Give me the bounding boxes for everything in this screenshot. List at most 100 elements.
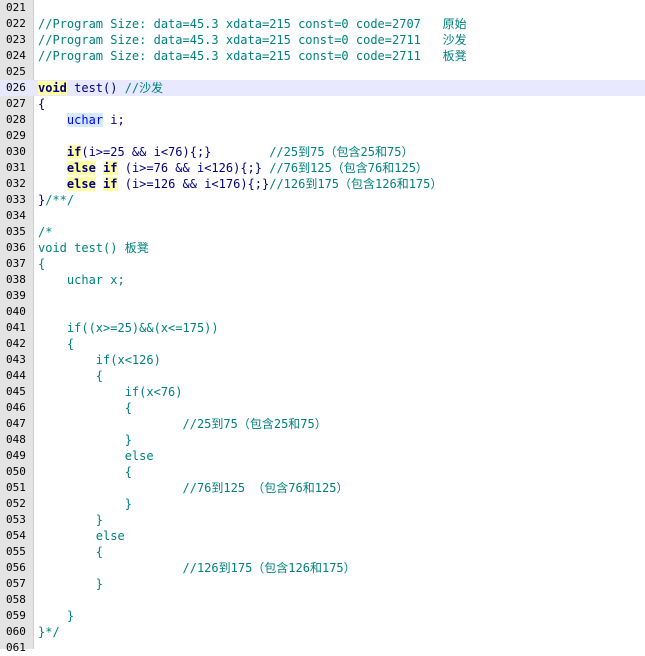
code-line[interactable]: 022 //Program Size: data=45.3 xdata=215 c… [0, 16, 645, 32]
line-number: 035 [6, 225, 26, 238]
code-text: } [38, 496, 645, 512]
code-line[interactable]: 054 else [0, 528, 645, 544]
code-line[interactable]: 023 //Program Size: data=45.3 xdata=215 c… [0, 32, 645, 48]
code-line[interactable]: 058 [0, 592, 645, 608]
comment-token: //126到175（包含126和175） [269, 177, 443, 191]
code-line[interactable]: 041 if((x>=25)&&(x<=175)) [0, 320, 645, 336]
code-line[interactable]: 033}/**/ [0, 192, 645, 208]
code-line[interactable]: 061 [0, 640, 645, 656]
code-text: void test() 板凳 [38, 240, 645, 256]
code-line[interactable]: 027 { [0, 96, 645, 112]
keyword-token: void [38, 81, 67, 95]
code-line[interactable]: 055 { [0, 544, 645, 560]
code-line[interactable]: 056 //126到175（包含126和175） [0, 560, 645, 576]
code-text: void test() //沙发 [38, 80, 645, 96]
code-line[interactable]: 030 if(i>=25 && i<76){;} //25到75（包含25和75… [0, 144, 645, 160]
comment-token: //25到75（包含25和75） [269, 145, 414, 159]
code-line[interactable]: 053 } [0, 512, 645, 528]
code-line[interactable]: 045 if(x<76) [0, 384, 645, 400]
line-number: 048 [6, 433, 26, 446]
comment-token: else [38, 529, 125, 543]
code-text: //Program Size: data=45.3 xdata=215 cons… [38, 48, 645, 64]
comment-token: if(x<76) [38, 385, 183, 399]
code-line[interactable]: 044 { [0, 368, 645, 384]
comment-token: } [38, 577, 104, 591]
code-line[interactable]: 047 //25到75（包含25和75） [0, 416, 645, 432]
code-text: //25到75（包含25和75） [38, 416, 645, 432]
line-number: 039 [6, 289, 26, 302]
code-line[interactable]: 028 uchar i; [0, 112, 645, 128]
code-text: { [38, 544, 645, 560]
code-line[interactable]: 034 [0, 208, 645, 224]
comment-token: //126到175（包含126和175） [38, 561, 356, 575]
code-line[interactable]: 042 { [0, 336, 645, 352]
line-number: 044 [6, 369, 26, 382]
code-line[interactable]: 025 [0, 64, 645, 80]
code-text: //126到175（包含126和175） [38, 560, 645, 576]
code-text: { [38, 400, 645, 416]
code-text: uchar i; [38, 112, 645, 128]
line-number: 052 [6, 497, 26, 510]
code-line[interactable]: 039 [0, 288, 645, 304]
code-line[interactable]: 049 else [0, 448, 645, 464]
line-number: 046 [6, 401, 26, 414]
line-number: 054 [6, 529, 26, 542]
code-line[interactable]: 035 /* [0, 224, 645, 240]
code-text: /* [38, 224, 645, 240]
line-number: 031 [6, 161, 26, 174]
comment-token: { [38, 545, 104, 559]
code-text: } [38, 432, 645, 448]
comment-token: /**/ [45, 193, 75, 207]
code-line[interactable]: 043 if(x<126) [0, 352, 645, 368]
code-text: { [38, 368, 645, 384]
code-line[interactable]: 029 [0, 128, 645, 144]
comment-token: } [38, 433, 132, 447]
comment-token: //25到75（包含25和75） [38, 417, 327, 431]
code-text: }*/ [38, 624, 645, 640]
code-line[interactable]: 057 } [0, 576, 645, 592]
code-line[interactable]: 021 [0, 0, 645, 16]
keyword-token: if [103, 177, 118, 191]
line-number: 050 [6, 465, 26, 478]
current-code-line[interactable]: 026 void test() //沙发 [0, 80, 645, 96]
code-line[interactable]: 059 } [0, 608, 645, 624]
code-line[interactable]: 024 //Program Size: data=45.3 xdata=215 c… [0, 48, 645, 64]
code-line[interactable]: 040 [0, 304, 645, 320]
line-number: 055 [6, 545, 26, 558]
comment-token: //76到125（包含76和125） [269, 161, 428, 175]
keyword-token: else [66, 177, 96, 191]
code-token: (i>=76 && i<126){;} [117, 161, 270, 175]
code-line[interactable]: 031 else if (i>=76 && i<126){;} //76到125… [0, 160, 645, 176]
code-text: if(i>=25 && i<76){;} //25到75（包含25和75） [38, 144, 645, 160]
line-number: 027 [6, 97, 26, 110]
line-number: 045 [6, 385, 26, 398]
code-line[interactable]: 052 } [0, 496, 645, 512]
comment-token: { [38, 369, 104, 383]
line-number: 021 [6, 1, 26, 14]
code-line[interactable]: 051 //76到125 （包含76和125） [0, 480, 645, 496]
line-number: 032 [6, 177, 26, 190]
code-token: { [38, 97, 46, 111]
code-editor[interactable]: 021 022 //Program Size: data=45.3 xdata=21… [0, 0, 645, 654]
code-line[interactable]: 046 { [0, 400, 645, 416]
line-number: 043 [6, 353, 26, 366]
code-line[interactable]: 037 { [0, 256, 645, 272]
code-line[interactable]: 048 } [0, 432, 645, 448]
code-line[interactable]: 038 uchar x; [0, 272, 645, 288]
code-line[interactable]: 036 void test() 板凳 [0, 240, 645, 256]
code-line[interactable]: 050 { [0, 464, 645, 480]
code-line[interactable]: 060}*/ [0, 624, 645, 640]
line-number: 058 [6, 593, 26, 606]
line-number: 037 [6, 257, 26, 270]
comment-token: if((x>=25)&&(x<=175)) [38, 321, 219, 335]
type-token: uchar [66, 113, 104, 127]
code-line[interactable]: 032 else if (i>=126 && i<176){;}//126到17… [0, 176, 645, 192]
code-text: if(x<76) [38, 384, 645, 400]
keyword-token: if [103, 161, 118, 175]
line-number: 029 [6, 129, 26, 142]
comment-token: else [38, 449, 154, 463]
